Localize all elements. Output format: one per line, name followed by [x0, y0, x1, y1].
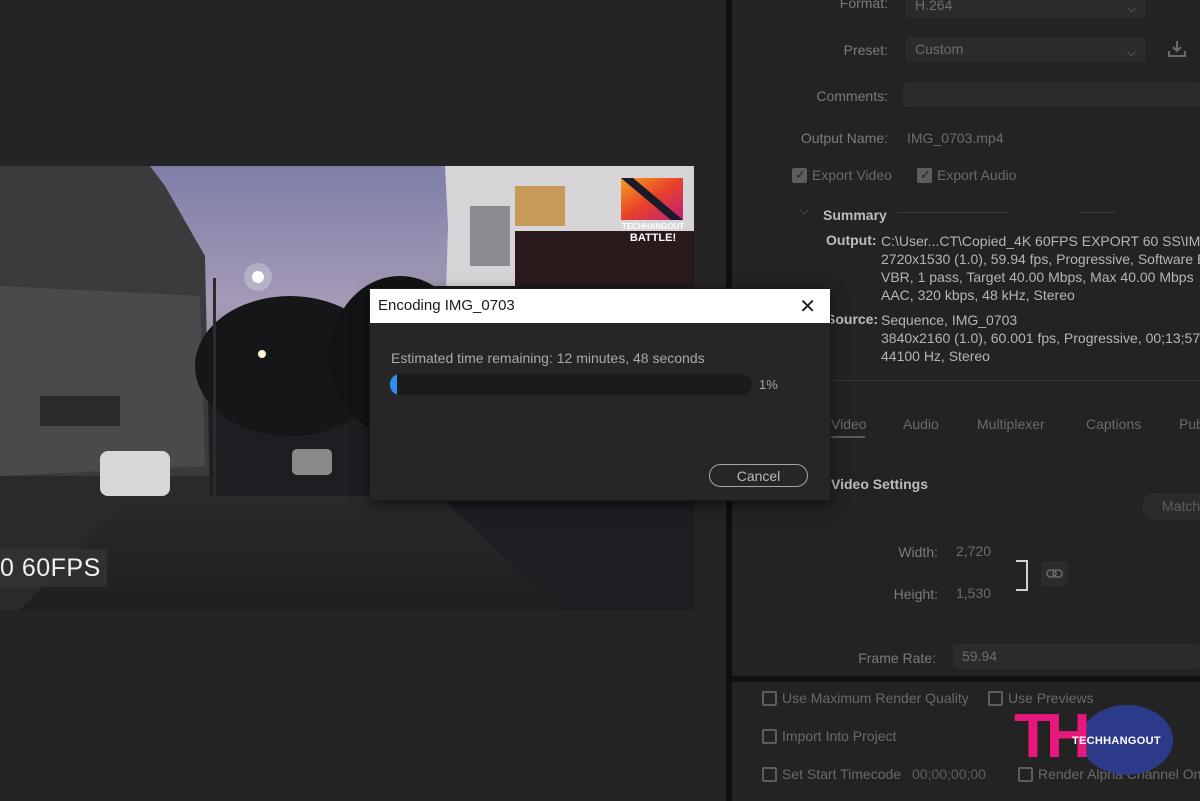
logo-brand: TECHHANGOUT: [1072, 735, 1161, 747]
set-start-timecode-label: Set Start Timecode: [782, 766, 902, 783]
chevron-down-icon[interactable]: ⌵: [800, 205, 808, 218]
preset-dropdown[interactable]: Custom ⌵: [906, 37, 1146, 62]
tab-captions[interactable]: Captions: [1086, 416, 1141, 432]
checkbox-checked-icon: [792, 167, 807, 183]
checkbox-checked-icon: [917, 167, 932, 183]
max-render-quality-checkbox[interactable]: Use Maximum Render Quality: [762, 689, 969, 706]
export-audio-label: Export Audio: [937, 167, 1017, 184]
summary-output-line: C:\User...CT\Copied_4K 60FPS EXPORT 60 S…: [881, 233, 1200, 249]
import-preset-icon[interactable]: [1166, 38, 1188, 60]
cancel-button[interactable]: Cancel: [709, 464, 808, 487]
start-timecode-value[interactable]: 00;00;00;00: [912, 766, 986, 782]
output-name-link[interactable]: IMG_0703.mp4: [907, 130, 1004, 146]
import-into-project-label: Import Into Project: [782, 728, 897, 745]
encoding-progress-bar: [390, 374, 752, 395]
watermark-logo-icon: [621, 178, 683, 220]
dialog-title-bar[interactable]: Encoding IMG_0703 ✕: [370, 289, 830, 323]
techhangout-logo: TH TECHHANGOUT: [1014, 705, 1174, 775]
comments-input[interactable]: [903, 82, 1200, 107]
preset-value: Custom: [915, 41, 964, 57]
max-render-quality-label: Use Maximum Render Quality: [782, 690, 969, 707]
format-dropdown[interactable]: H.264 ⌵: [906, 0, 1146, 18]
tab-video-underline: [831, 436, 865, 438]
summary-source-line: 3840x2160 (1.0), 60.001 fps, Progressive…: [881, 330, 1200, 346]
chevron-down-icon: ⌵: [1126, 45, 1136, 59]
checkbox-icon: [762, 690, 777, 706]
width-label: Width:: [898, 544, 938, 560]
summary-output-label: Output:: [826, 232, 877, 248]
techhangout-battle-watermark: TECHHANGOUT BATTLE!: [621, 178, 685, 248]
summary-source-line: 44100 Hz, Stereo: [881, 348, 990, 364]
encoding-progress-fill: [390, 374, 397, 395]
watermark-line1: TECHHANGOUT: [621, 222, 685, 231]
encoding-dialog: Encoding IMG_0703 ✕ Estimated time remai…: [370, 289, 830, 500]
close-icon[interactable]: ✕: [799, 294, 816, 319]
fps-caption: 0 60FPS: [0, 549, 107, 587]
summary-source-line: Sequence, IMG_0703: [881, 312, 1018, 328]
export-video-label: Export Video: [812, 167, 892, 184]
import-into-project-checkbox[interactable]: Import Into Project: [762, 727, 896, 744]
tab-multiplexer[interactable]: Multiplexer: [977, 416, 1045, 432]
comments-label: Comments:: [816, 88, 888, 104]
height-value[interactable]: 1,530: [956, 585, 991, 601]
checkbox-icon: [988, 690, 1003, 706]
format-value: H.264: [915, 0, 953, 13]
summary-output-line: 2720x1530 (1.0), 59.94 fps, Progressive,…: [881, 251, 1200, 267]
frame-rate-label: Frame Rate:: [858, 650, 936, 666]
height-label: Height:: [893, 586, 938, 602]
summary-rule: [1080, 212, 1115, 213]
watermark-line2: BATTLE!: [629, 232, 677, 244]
set-start-timecode-checkbox[interactable]: Set Start Timecode: [762, 765, 901, 782]
summary-rule: [898, 212, 1008, 213]
chevron-down-icon: ⌵: [1126, 1, 1136, 15]
tab-video[interactable]: Video: [831, 416, 867, 432]
format-label: Format:: [839, 0, 888, 11]
dialog-title: Encoding IMG_0703: [378, 297, 515, 314]
export-audio-checkbox[interactable]: Export Audio: [917, 166, 1016, 183]
summary-output-line: AAC, 320 kbps, 48 kHz, Stereo: [881, 287, 1075, 303]
tab-audio[interactable]: Audio: [903, 416, 939, 432]
width-value[interactable]: 2,720: [956, 543, 991, 559]
checkbox-icon: [762, 766, 777, 782]
frame-rate-value: 59.94: [962, 648, 998, 664]
output-name-label: Output Name:: [800, 130, 888, 146]
estimated-time-text: Estimated time remaining: 12 minutes, 48…: [391, 350, 705, 366]
link-icon[interactable]: [1041, 561, 1068, 586]
preset-label: Preset:: [843, 42, 888, 58]
tab-publish[interactable]: Pub: [1179, 416, 1200, 432]
summary-title: Summary: [823, 207, 887, 223]
match-source-button[interactable]: Match: [1142, 493, 1200, 520]
progress-percent: 1%: [759, 377, 778, 392]
summary-source-label: Source:: [826, 311, 879, 327]
summary-output-line: VBR, 1 pass, Target 40.00 Mbps, Max 40.0…: [881, 269, 1194, 285]
frame-rate-dropdown[interactable]: 59.94: [953, 644, 1200, 669]
export-video-checkbox[interactable]: Export Video: [792, 166, 892, 183]
aspect-bracket: [1016, 560, 1028, 591]
checkbox-icon: [762, 728, 777, 744]
video-settings-title: Video Settings: [831, 476, 928, 492]
